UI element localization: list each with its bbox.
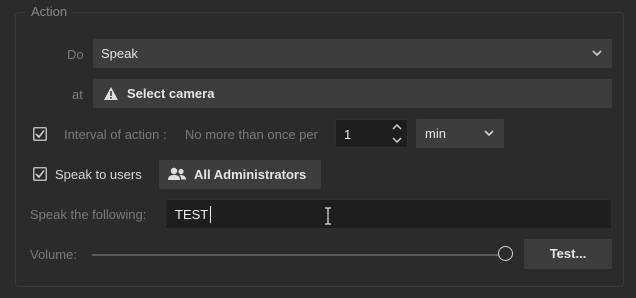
do-label: Do bbox=[67, 47, 84, 62]
speak-text-label: Speak the following: bbox=[30, 207, 147, 222]
all-administrators-label: All Administrators bbox=[194, 167, 307, 182]
interval-checkbox[interactable] bbox=[33, 127, 47, 141]
chevron-up-icon[interactable] bbox=[391, 122, 403, 132]
interval-prefix: No more than once per bbox=[185, 127, 318, 142]
test-button-label: Test... bbox=[549, 246, 587, 261]
select-camera-label: Select camera bbox=[127, 86, 215, 101]
ibeam-cursor-icon bbox=[325, 207, 331, 225]
do-select[interactable]: Speak bbox=[93, 39, 612, 68]
select-camera-button[interactable]: Select camera bbox=[93, 79, 612, 108]
interval-label: Interval of action : bbox=[64, 127, 167, 142]
do-select-value: Speak bbox=[101, 46, 138, 61]
volume-slider-handle[interactable] bbox=[498, 246, 513, 261]
speak-users-label[interactable]: Speak to users bbox=[55, 167, 142, 182]
interval-value: 1 bbox=[344, 127, 352, 142]
text-caret bbox=[210, 206, 211, 223]
speak-text-value: TEST bbox=[175, 207, 209, 222]
action-legend: Action bbox=[25, 4, 74, 19]
chevron-down-icon bbox=[592, 50, 602, 57]
test-button[interactable]: Test... bbox=[524, 239, 612, 269]
speak-users-checkbox[interactable] bbox=[33, 167, 47, 181]
interval-spinbox[interactable]: 1 bbox=[335, 119, 408, 148]
volume-label: Volume: bbox=[30, 247, 77, 262]
at-label: at bbox=[72, 87, 83, 102]
speak-text-input[interactable]: TEST bbox=[165, 199, 612, 229]
warning-icon bbox=[104, 87, 118, 100]
users-icon bbox=[168, 167, 186, 180]
chevron-down-icon[interactable] bbox=[391, 135, 403, 145]
interval-unit-value: min bbox=[425, 126, 446, 141]
all-administrators-button[interactable]: All Administrators bbox=[159, 160, 321, 189]
chevron-down-icon bbox=[484, 130, 494, 137]
volume-slider-track[interactable] bbox=[92, 254, 507, 256]
interval-unit-select[interactable]: min bbox=[416, 119, 504, 148]
